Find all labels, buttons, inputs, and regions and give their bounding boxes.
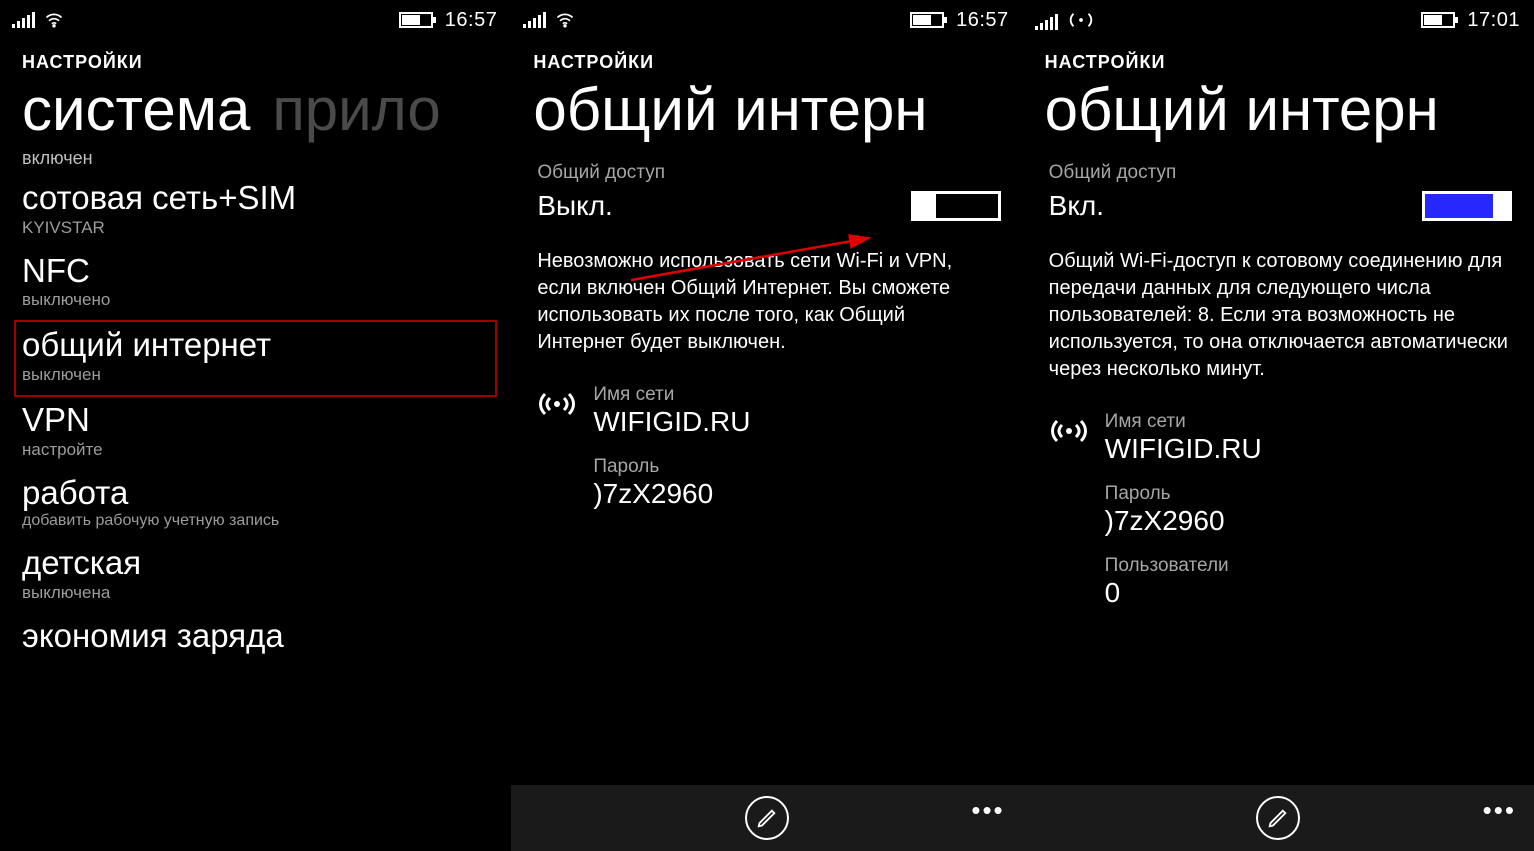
item-title: работа xyxy=(22,476,489,511)
network-row: Имя сети WIFIGID.RU xyxy=(537,384,1000,438)
app-bar: ••• xyxy=(511,785,1022,851)
item-internet-sharing[interactable]: общий интернет выключен xyxy=(14,320,497,397)
battery-icon xyxy=(1421,12,1455,28)
item-battery-saver[interactable]: экономия заряда xyxy=(22,613,489,664)
item-sub: KYIVSTAR xyxy=(22,218,489,238)
hotspot-indicator-icon xyxy=(1068,10,1094,30)
item-vpn[interactable]: VPN настройте xyxy=(22,397,489,470)
pivot-header[interactable]: система прило xyxy=(22,75,489,144)
broadcast-icon xyxy=(537,384,577,425)
screen-internet-sharing-off: 16:57 НАСТРОЙКИ общий интерн Общий досту… xyxy=(511,0,1022,851)
page-overline: НАСТРОЙКИ xyxy=(1045,52,1512,73)
network-name-label: Имя сети xyxy=(593,384,750,406)
sharing-toggle[interactable] xyxy=(911,191,1001,221)
sharing-state: Вкл. xyxy=(1049,190,1104,222)
sharing-label: Общий доступ xyxy=(537,162,1000,184)
sharing-description: Общий Wi-Fi-доступ к сотовому соединению… xyxy=(1049,248,1509,383)
network-name-value: WIFIGID.RU xyxy=(593,406,750,438)
network-name-value: WIFIGID.RU xyxy=(1105,433,1262,465)
cellular-signal-icon xyxy=(12,12,35,28)
password-label: Пароль xyxy=(593,456,1000,478)
password-value: )7zX2960 xyxy=(1105,505,1512,537)
network-row: Имя сети WIFIGID.RU xyxy=(1049,411,1512,465)
screen-internet-sharing-on: 17:01 НАСТРОЙКИ общий интерн Общий досту… xyxy=(1023,0,1534,851)
clock: 16:57 xyxy=(956,9,1009,32)
app-bar: ••• xyxy=(1023,785,1534,851)
bluetooth-status-cut: включен xyxy=(22,148,489,169)
pivot-apps[interactable]: прило xyxy=(272,75,440,144)
sharing-toggle[interactable] xyxy=(1422,191,1512,221)
sharing-state: Выкл. xyxy=(537,190,612,222)
more-button[interactable]: ••• xyxy=(1483,795,1516,826)
wifi-icon xyxy=(45,12,63,28)
cellular-signal-icon xyxy=(1035,14,1058,30)
page-title: общий интерн xyxy=(533,75,927,144)
edit-button[interactable] xyxy=(1256,796,1300,840)
more-button[interactable]: ••• xyxy=(971,795,1004,826)
status-bar: 16:57 xyxy=(0,0,511,40)
item-cellular-sim[interactable]: сотовая сеть+SIM KYIVSTAR xyxy=(22,175,489,248)
settings-list[interactable]: включен сотовая сеть+SIM KYIVSTAR NFC вы… xyxy=(0,148,511,663)
users-value: 0 xyxy=(1105,577,1512,609)
network-name-label: Имя сети xyxy=(1105,411,1262,433)
users-label: Пользователи xyxy=(1105,555,1512,577)
item-title: общий интернет xyxy=(22,328,489,363)
edit-button[interactable] xyxy=(745,796,789,840)
battery-icon xyxy=(910,12,944,28)
item-title: NFC xyxy=(22,254,489,289)
item-title: экономия заряда xyxy=(22,619,489,654)
item-nfc[interactable]: NFC выключено xyxy=(22,248,489,321)
cellular-signal-icon xyxy=(523,12,546,28)
item-sub: выключено xyxy=(22,290,489,310)
status-bar: 17:01 xyxy=(1023,0,1534,40)
sharing-description: Невозможно использовать сети Wi-Fi и VPN… xyxy=(537,248,997,356)
item-sub: добавить рабочую учетную запись xyxy=(22,512,489,530)
battery-icon xyxy=(399,12,433,28)
sharing-label: Общий доступ xyxy=(1049,162,1512,184)
item-kids-corner[interactable]: детская выключена xyxy=(22,540,489,613)
item-workplace[interactable]: работа добавить рабочую учетную запись xyxy=(22,470,489,541)
item-sub: выключен xyxy=(22,365,489,385)
pivot-system[interactable]: система xyxy=(22,75,250,144)
wifi-icon xyxy=(556,12,574,28)
password-label: Пароль xyxy=(1105,483,1512,505)
page-overline: НАСТРОЙКИ xyxy=(22,52,489,73)
status-bar: 16:57 xyxy=(511,0,1022,40)
page-title: общий интерн xyxy=(1045,75,1439,144)
item-title: детская xyxy=(22,546,489,581)
item-title: VPN xyxy=(22,403,489,438)
item-sub: выключена xyxy=(22,583,489,603)
screen-system-settings: 16:57 НАСТРОЙКИ система прило включен со… xyxy=(0,0,511,851)
page-overline: НАСТРОЙКИ xyxy=(533,52,1000,73)
clock: 17:01 xyxy=(1467,9,1520,32)
broadcast-icon xyxy=(1049,411,1089,452)
item-sub: настройте xyxy=(22,440,489,460)
password-value: )7zX2960 xyxy=(593,478,1000,510)
clock: 16:57 xyxy=(445,9,498,32)
item-title: сотовая сеть+SIM xyxy=(22,181,489,216)
